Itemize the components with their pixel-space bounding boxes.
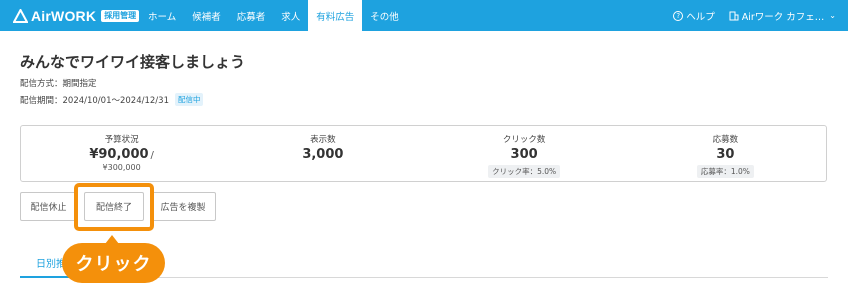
- stat-impressions-label: 表示数: [310, 135, 336, 145]
- click-callout: クリック: [62, 243, 165, 283]
- top-nav-bar: AirWORK 採用管理 ホーム 候補者 応募者 求人 有料広告 その他 ? ヘ…: [0, 0, 848, 31]
- stat-clicks-value: 300: [510, 147, 538, 162]
- main-nav: ホーム 候補者 応募者 求人 有料広告 その他: [140, 0, 407, 31]
- stat-budget-label: 予算状況: [104, 135, 139, 145]
- stat-clicks: クリック数 300 クリック率：5.0%: [424, 126, 625, 181]
- stat-budget-total: ¥300,000: [102, 163, 141, 172]
- account-menu[interactable]: Airワーク カフェ… ⌄: [729, 9, 836, 23]
- delivery-period: 配信期間：2024/10/01〜2024/12/31: [20, 95, 169, 106]
- duplicate-ad-button[interactable]: 広告を複製: [150, 192, 216, 221]
- stat-clicks-label: クリック数: [502, 135, 546, 145]
- building-icon: [729, 11, 739, 20]
- stat-applications: 応募数 30 応募率：1.0%: [625, 126, 826, 181]
- nav-other[interactable]: その他: [362, 0, 407, 31]
- stat-budget-value-row: ¥90,000 /: [89, 145, 154, 162]
- stat-applications-label: 応募数: [712, 135, 739, 145]
- pause-delivery-button[interactable]: 配信休止: [20, 192, 77, 221]
- stat-impressions-value: 3,000: [302, 147, 344, 162]
- stat-impressions: 表示数 3,000: [222, 126, 423, 181]
- airwork-logo-icon: [13, 8, 28, 23]
- stat-budget-slash: /: [150, 150, 154, 161]
- stat-budget-value: ¥90,000: [89, 147, 149, 162]
- delivery-period-row: 配信期間：2024/10/01〜2024/12/31 配信中: [20, 93, 204, 106]
- help-label: ヘルプ: [686, 11, 715, 23]
- stat-application-rate: 応募率：1.0%: [696, 165, 754, 178]
- logo-text: AirWORK: [31, 7, 97, 24]
- nav-right: ? ヘルプ Airワーク カフェ… ⌄: [673, 0, 836, 31]
- account-label: Airワーク カフェ…: [741, 11, 825, 23]
- nav-home[interactable]: ホーム: [140, 0, 184, 31]
- logo[interactable]: AirWORK 採用管理: [13, 0, 140, 31]
- help-icon: ?: [673, 10, 684, 21]
- delivery-method: 配信方式：期間指定: [20, 79, 97, 89]
- status-badge: 配信中: [174, 93, 204, 106]
- stat-applications-value: 30: [716, 147, 735, 162]
- nav-jobs[interactable]: 求人: [273, 0, 308, 31]
- page-title: みんなでワイワイ接客しましょう: [20, 53, 246, 71]
- nav-candidates[interactable]: 候補者: [184, 0, 229, 31]
- stats-panel: 予算状況 ¥90,000 / ¥300,000 表示数 3,000 クリック数 …: [20, 125, 827, 182]
- chevron-down-icon: ⌄: [829, 11, 836, 20]
- logo-badge: 採用管理: [101, 9, 140, 22]
- help-link[interactable]: ? ヘルプ: [673, 9, 715, 23]
- highlight-frame: [74, 183, 154, 231]
- nav-applicants[interactable]: 応募者: [229, 0, 274, 31]
- nav-paid-ads[interactable]: 有料広告: [308, 0, 363, 31]
- stat-click-rate: クリック率：5.0%: [488, 165, 561, 178]
- stat-budget: 予算状況 ¥90,000 / ¥300,000: [21, 126, 222, 181]
